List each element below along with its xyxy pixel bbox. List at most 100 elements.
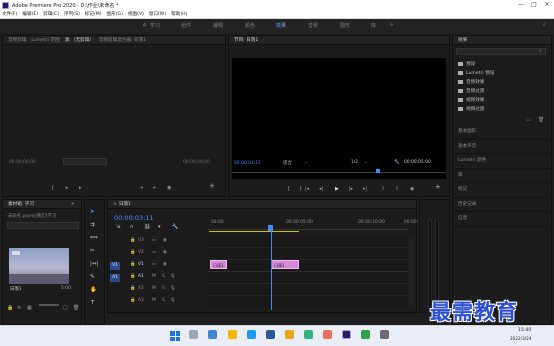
workspace-audio[interactable]: 音频 — [308, 22, 318, 29]
workspace-graphics[interactable]: 图形 — [340, 22, 350, 29]
lock-icon[interactable]: 🔒 — [130, 286, 135, 291]
search-icon[interactable]: ⌕ — [543, 22, 546, 28]
tree-item-lumetri-presets[interactable]: Lumetri 预设 — [456, 70, 551, 79]
close-button[interactable]: ✕ — [541, 0, 553, 10]
program-timecode[interactable]: 00:00:03:11 — [234, 161, 261, 166]
panel-menu-icon[interactable]: » — [71, 201, 74, 207]
app-icon[interactable] — [285, 330, 294, 339]
list-view-icon[interactable]: ≡ — [17, 305, 21, 311]
ripple-edit-tool-icon[interactable]: ⟺ — [90, 235, 98, 241]
source-patch-a1[interactable]: A1 — [110, 274, 120, 282]
mute-icon[interactable]: M — [152, 286, 156, 291]
clock-date[interactable]: 2022/3/24 — [510, 336, 531, 341]
tree-item-video-transitions[interactable]: 视频过渡 — [456, 106, 551, 115]
selection-tool-icon[interactable]: ➤ — [90, 209, 95, 215]
add-marker-icon[interactable]: ▾ — [158, 224, 161, 230]
effects-search-input[interactable] — [456, 48, 546, 55]
lock-icon[interactable]: 🔒 — [130, 250, 135, 255]
work-area-bar[interactable] — [209, 231, 299, 232]
pen-tool-icon[interactable]: ✎ — [90, 274, 95, 280]
mark-out-icon[interactable]: } — [299, 186, 302, 192]
tab-program[interactable]: 节目: 日落1 — [234, 37, 258, 43]
play-icon[interactable]: ▸ — [79, 185, 82, 191]
razor-tool-icon[interactable]: ✂ — [90, 248, 95, 254]
export-frame-icon[interactable]: ◉ — [167, 185, 171, 191]
panel-markers[interactable]: 标记 — [453, 183, 551, 198]
type-tool-icon[interactable]: T — [91, 300, 94, 306]
edge-browser-icon[interactable] — [247, 330, 256, 339]
overwrite-icon[interactable]: ⇤ — [153, 185, 157, 191]
eye-icon[interactable]: ◉ — [163, 250, 167, 255]
solo-icon[interactable]: S — [162, 298, 165, 303]
step-back-icon[interactable]: ◂| — [319, 186, 323, 192]
lock-icon[interactable]: 🔒 — [130, 298, 135, 303]
tree-item-audio-effects[interactable]: 音频效果 — [456, 79, 551, 88]
panel-info[interactable]: 信息 — [453, 212, 551, 227]
mark-in-icon[interactable]: { — [51, 185, 54, 191]
workspace-effects[interactable]: 效果 — [276, 22, 286, 29]
add-button-icon[interactable]: + — [209, 183, 215, 190]
solo-icon[interactable]: S — [162, 274, 165, 279]
snap-icon[interactable]: ∩ — [130, 224, 134, 230]
hand-tool-icon[interactable]: ✋ — [90, 287, 97, 293]
go-to-in-icon[interactable]: |◂ — [305, 186, 309, 192]
playhead-marker[interactable] — [376, 169, 380, 173]
menu-graphics[interactable]: 图形(G) — [107, 11, 123, 17]
project-search-input[interactable] — [7, 222, 79, 229]
tab-audio-clip[interactable]: 音频剪辑 — [8, 37, 26, 43]
tree-item-presets[interactable]: 预设 — [456, 61, 551, 70]
insert-sequence-icon[interactable]: ⇲ — [116, 224, 120, 230]
source-patch-v1[interactable]: V1 — [110, 262, 120, 270]
close-tab-icon[interactable]: × — [113, 202, 117, 207]
clip-thumbnail[interactable] — [9, 248, 69, 284]
timeline-scrollbar[interactable] — [408, 236, 414, 306]
clock-time[interactable]: 15:40 — [518, 328, 531, 333]
video-clip[interactable]: 日落1 — [210, 260, 227, 269]
windows-start-icon[interactable] — [170, 331, 180, 341]
settings-wrench-icon[interactable]: 🔧 — [394, 160, 399, 165]
task-view-icon[interactable] — [208, 330, 217, 339]
zoom-slider[interactable] — [39, 304, 59, 306]
fit-dropdown[interactable]: 适合 — [283, 160, 292, 166]
export-frame-icon[interactable]: ◉ — [410, 186, 414, 192]
track-select-tool-icon[interactable]: ⇉ — [90, 222, 95, 228]
resolution-dropdown[interactable]: 1/2 — [351, 160, 358, 165]
menu-file[interactable]: 文件(F) — [2, 11, 17, 17]
store-icon[interactable] — [266, 330, 275, 339]
lock-icon[interactable]: 🔒 — [130, 238, 135, 243]
more-workspaces-icon[interactable]: » — [390, 22, 393, 28]
delete-icon[interactable]: 🗑 — [73, 305, 79, 311]
tab-source[interactable]: 源:（无剪辑） — [65, 37, 94, 43]
extract-icon[interactable]: ⇪ — [395, 186, 399, 192]
tab-sequence[interactable]: 日落1 — [119, 201, 131, 207]
step-back-icon[interactable]: ◂ — [65, 185, 68, 191]
menu-window[interactable]: 窗口(W) — [149, 11, 166, 17]
menu-clip[interactable]: 剪辑(C) — [43, 11, 59, 17]
timeline-timecode[interactable]: 00:00:03:11 — [114, 214, 154, 222]
source-timecode[interactable]: 00;00;00;00 — [9, 160, 36, 165]
mute-icon[interactable]: M — [152, 298, 156, 303]
solo-icon[interactable]: S — [162, 286, 165, 291]
track-area[interactable]: 日落1 日落1 — [208, 230, 408, 310]
go-to-out-icon[interactable]: ▸| — [363, 186, 367, 192]
slip-tool-icon[interactable]: |↔| — [90, 261, 98, 267]
time-ruler[interactable]: 00:00 00:00:05:00 00:00:10:00 00:00:15:0… — [208, 218, 431, 230]
menu-edit[interactable]: 编辑(E) — [22, 11, 38, 17]
menu-view[interactable]: 视图(V) — [128, 11, 144, 17]
file-explorer-icon[interactable] — [228, 330, 237, 339]
delete-icon[interactable]: 🗑 — [538, 117, 544, 123]
icon-view-icon[interactable]: ▦ — [27, 305, 32, 311]
microphone-icon[interactable]: 🎙 — [170, 298, 176, 303]
menu-help[interactable]: 帮助(H) — [171, 11, 187, 17]
workspace-editing[interactable]: 编辑 — [213, 22, 223, 29]
play-icon[interactable]: ▶ — [335, 186, 339, 192]
wechat-icon[interactable] — [361, 330, 370, 339]
app-icon[interactable] — [304, 330, 313, 339]
panel-essential-graphics[interactable]: 基本图形 — [453, 125, 551, 140]
panel-lumetri-color[interactable]: Lumetri 颜色 — [453, 154, 551, 169]
lock-icon[interactable]: 🔒 — [130, 262, 135, 267]
tree-item-audio-transitions[interactable]: 音频过渡 — [456, 88, 551, 97]
app-icon[interactable] — [380, 330, 389, 339]
tab-bin[interactable]: 素材箱: 学习 — [8, 201, 34, 207]
insert-icon[interactable]: ⇥ — [139, 185, 143, 191]
